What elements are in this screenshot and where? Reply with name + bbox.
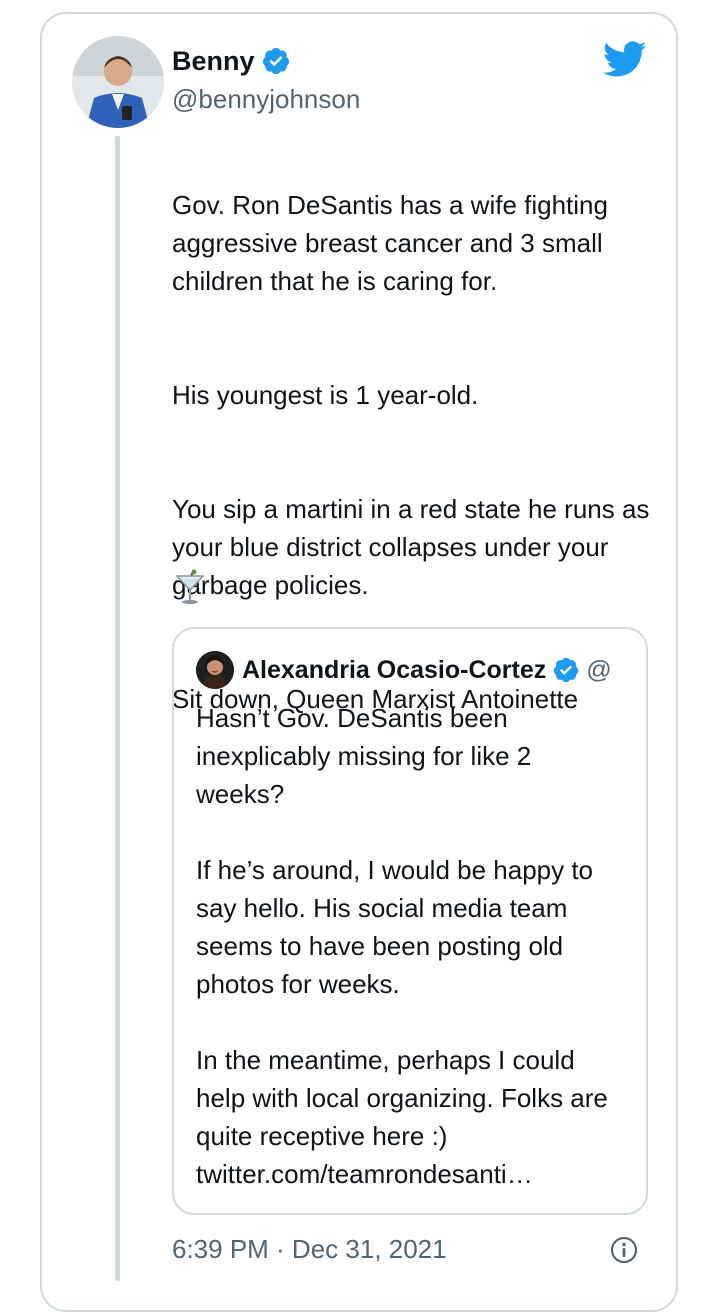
quoted-paragraph: Hasn’t Gov. DeSantis been inexplicably m… <box>196 703 532 809</box>
quoted-author-avatar[interactable] <box>196 651 234 689</box>
quoted-tweet-link[interactable]: twitter.com/teamrondesanti… <box>196 1155 626 1193</box>
quoted-paragraph: If he’s around, I would be happy to say … <box>196 855 594 999</box>
quoted-paragraph: In the meantime, perhaps I could help wi… <box>196 1045 608 1151</box>
author-handle[interactable]: @bennyjohnson <box>172 82 360 116</box>
tweet-paragraph: Gov. Ron DeSantis has a wife fighting ag… <box>172 190 608 296</box>
quoted-author-name-row: Alexandria Ocasio-Cortez @ <box>242 653 612 687</box>
quoted-author-name[interactable]: Alexandria Ocasio-Cortez <box>242 653 546 687</box>
author-name-row: Benny <box>172 44 291 78</box>
author-avatar[interactable] <box>72 36 164 128</box>
author-name[interactable]: Benny <box>172 44 255 78</box>
quoted-tweet-text: Hasn’t Gov. DeSantis been inexplicably m… <box>196 699 626 1193</box>
tweet-paragraph: You sip a martini in a red state he runs… <box>172 494 650 600</box>
thread-line <box>115 136 120 1281</box>
verified-badge-icon <box>261 46 291 76</box>
verified-badge-icon <box>552 656 580 684</box>
twitter-bird-icon[interactable] <box>601 40 647 78</box>
info-icon[interactable] <box>610 1236 638 1264</box>
tweet-paragraph: His youngest is 1 year-old. <box>172 380 479 410</box>
cocktail-glass-icon <box>174 568 206 606</box>
tweet-timestamp[interactable]: 6:39 PM · Dec 31, 2021 <box>172 1232 447 1266</box>
quoted-author-handle[interactable]: @ <box>586 653 611 687</box>
quoted-tweet[interactable]: Alexandria Ocasio-Cortez @ Hasn’t Gov. D… <box>172 627 648 1215</box>
